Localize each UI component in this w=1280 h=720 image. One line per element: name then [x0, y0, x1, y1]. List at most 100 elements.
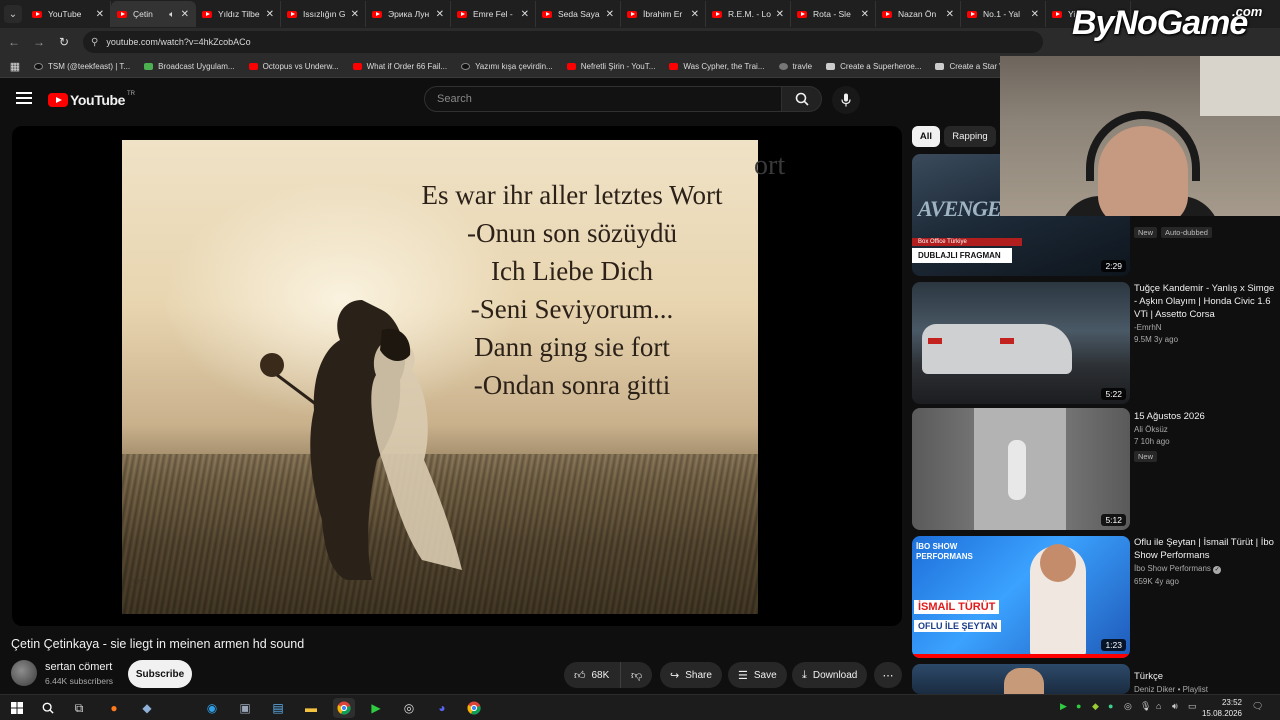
tray-mic-icon[interactable]: 🎙︎ — [1140, 701, 1151, 712]
chip-all[interactable]: All — [912, 126, 940, 147]
recommendation-thumbnail[interactable] — [912, 664, 1130, 694]
tray-display-icon[interactable]: ▭ — [1188, 701, 1197, 712]
tray-app-icon[interactable]: ◎ — [1124, 701, 1132, 712]
recommendation-title[interactable]: 15 Ağustos 2026 — [1134, 410, 1276, 423]
tray-network-icon[interactable]: ⌂ — [1156, 701, 1161, 711]
video-player[interactable]: Es war ihr aller letztes Wort -Onun son s… — [12, 126, 902, 626]
bookmark-item[interactable]: Was Cypher, the Trai... — [669, 62, 765, 71]
bookmark-item[interactable]: TSM (@teekfeast) | T... — [34, 62, 130, 71]
recommendation-channel[interactable]: Deniz Diker • Playlist — [1134, 685, 1276, 694]
browser-tab[interactable]: Yıldız Tilbe ✕ — [196, 1, 281, 27]
chip-rapping[interactable]: Rapping — [944, 126, 996, 147]
bookmark-item[interactable]: Octopus vs Underw... — [248, 62, 339, 71]
edge-icon[interactable]: ◉ — [201, 698, 223, 718]
close-tab-icon[interactable]: ✕ — [861, 9, 869, 20]
bookmark-item[interactable]: Create a Superheroe... — [826, 62, 921, 71]
firefox-icon[interactable]: ● — [103, 698, 125, 718]
close-tab-icon[interactable]: ✕ — [1031, 9, 1039, 20]
close-tab-icon[interactable]: ✕ — [436, 9, 444, 20]
like-button[interactable]: 👍︎ 68K — [564, 662, 622, 688]
browser-tab[interactable]: Nazan Ön ✕ — [876, 1, 961, 27]
channel-avatar[interactable] — [11, 660, 37, 686]
browser-tab[interactable]: Seda Saya ✕ — [536, 1, 621, 27]
close-tab-icon[interactable]: ✕ — [181, 9, 189, 20]
download-button[interactable]: ⤓ Download — [792, 662, 868, 688]
app-icon[interactable]: ◎ — [398, 698, 420, 718]
chrome-icon[interactable] — [333, 698, 355, 718]
browser-tab[interactable]: Эрика Лун ✕ — [366, 1, 451, 27]
tray-volume-icon[interactable]: 🔊︎ — [1172, 701, 1178, 712]
app-icon[interactable]: ▶ — [365, 698, 387, 718]
tab-title: YouTube — [48, 9, 82, 19]
tab-title: Nazan Ön — [898, 9, 937, 19]
task-view-icon[interactable]: ⧉ — [68, 698, 90, 718]
tray-app-icon[interactable]: ● — [1076, 701, 1081, 711]
browser-tab[interactable]: Emre Fel - ✕ — [451, 1, 536, 27]
browser-tab[interactable]: Çetin 🔈︎ ✕ — [111, 1, 196, 27]
close-tab-icon[interactable]: ✕ — [266, 9, 274, 20]
dislike-button[interactable]: 👎︎ — [620, 662, 653, 688]
close-tab-icon[interactable]: ✕ — [691, 9, 699, 20]
close-tab-icon[interactable]: ✕ — [776, 9, 784, 20]
tab-title: Yıldız Tilbe — [218, 9, 260, 19]
subscribe-button[interactable]: Subscribe — [128, 660, 192, 688]
bookmark-item[interactable]: Nefretli Şirin - YouT... — [566, 62, 655, 71]
app-icon[interactable]: ▣ — [234, 698, 256, 718]
reload-icon[interactable]: ↻ — [53, 31, 75, 53]
system-clock[interactable]: 23:52 15.08.2026 — [1202, 697, 1242, 719]
recommendation-thumbnail[interactable]: İBO SHOW PERFORMANS İSMAİL TÜRÜT OFLU İL… — [912, 536, 1130, 658]
search-button[interactable] — [782, 86, 822, 112]
recommendation-title[interactable]: Türkçe — [1134, 670, 1276, 683]
tray-app-icon[interactable]: ◆ — [1092, 701, 1099, 712]
browser-tab[interactable]: Issızlığın G ✕ — [281, 1, 366, 27]
search-icon[interactable] — [37, 698, 59, 718]
bookmark-item[interactable]: What if Order 66 Fail... — [352, 62, 448, 71]
close-tab-icon[interactable]: ✕ — [606, 9, 614, 20]
browser-tab[interactable]: No.1 - Yal ✕ — [961, 1, 1046, 27]
share-button[interactable]: ↪ Share — [660, 662, 722, 688]
apps-grid-icon[interactable]: ▦ — [4, 56, 26, 78]
tab-audio-icon[interactable]: 🔈︎ — [169, 9, 174, 20]
bookmark-item[interactable]: Yazımı kışa çevirdin... — [461, 62, 553, 71]
tray-app-icon[interactable]: ● — [1108, 701, 1113, 711]
site-info-icon[interactable]: ⚲ — [91, 37, 98, 48]
recommendation-channel[interactable]: İbo Show Performans ✓ — [1134, 564, 1276, 574]
recommendation-title[interactable]: Tuğçe Kandemir - Yanlış x Simge - Aşkın … — [1134, 282, 1276, 321]
bookmark-item[interactable]: Broadcast Uygulam... — [144, 62, 235, 71]
bookmark-item[interactable]: travle — [778, 62, 812, 71]
forward-arrow-icon[interactable]: → — [28, 31, 50, 53]
search-input[interactable]: Search — [424, 86, 782, 112]
tab-search-chevron-icon[interactable]: ⌄ — [4, 5, 22, 23]
close-tab-icon[interactable]: ✕ — [96, 9, 104, 20]
more-actions-button[interactable]: ⋯ — [874, 662, 902, 688]
recommendation-thumbnail[interactable]: 5:12 — [912, 408, 1130, 530]
address-bar[interactable]: ⚲ youtube.com/watch?v=4hkZcobACo — [83, 31, 1043, 53]
menu-hamburger-icon[interactable] — [16, 92, 32, 104]
browser-tab[interactable]: YouTube ✕ — [26, 1, 111, 27]
notifications-icon[interactable]: 🗨︎ — [1252, 701, 1263, 712]
app-icon[interactable]: ◆ — [136, 698, 158, 718]
save-button[interactable]: ☰ Save — [728, 662, 787, 688]
close-tab-icon[interactable]: ✕ — [946, 9, 954, 20]
channel-name[interactable]: sertan cömert — [45, 661, 112, 673]
bookmark-label: What if Order 66 Fail... — [366, 62, 448, 71]
browser-tab[interactable]: R.E.M. - Lo ✕ — [706, 1, 791, 27]
file-explorer-icon[interactable]: ▬ — [300, 698, 322, 718]
video-frame: Es war ihr aller letztes Wort -Onun son s… — [122, 140, 758, 614]
back-arrow-icon[interactable]: ← — [3, 31, 25, 53]
tray-play-icon[interactable]: ▶ — [1060, 701, 1067, 712]
close-tab-icon[interactable]: ✕ — [521, 9, 529, 20]
voice-search-button[interactable] — [832, 86, 860, 114]
close-tab-icon[interactable]: ✕ — [351, 9, 359, 20]
browser-tab[interactable]: İbrahim Er ✕ — [621, 1, 706, 27]
browser-tab[interactable]: Rota - Sle ✕ — [791, 1, 876, 27]
chrome-icon[interactable] — [463, 698, 485, 718]
store-icon[interactable]: ▤ — [267, 698, 289, 718]
windows-start-icon[interactable] — [6, 698, 28, 718]
recommendation-title[interactable]: Oflu ile Şeytan | İsmail Türüt | İbo Sho… — [1134, 536, 1276, 562]
recommendation-thumbnail[interactable]: 5:22 — [912, 282, 1130, 404]
youtube-logo[interactable]: YouTube TR — [48, 91, 135, 108]
discord-icon[interactable]: ◕ — [431, 698, 453, 718]
recommendation-channel[interactable]: -EmrhN — [1134, 323, 1276, 332]
recommendation-channel[interactable]: Ali Öksüz — [1134, 425, 1276, 434]
